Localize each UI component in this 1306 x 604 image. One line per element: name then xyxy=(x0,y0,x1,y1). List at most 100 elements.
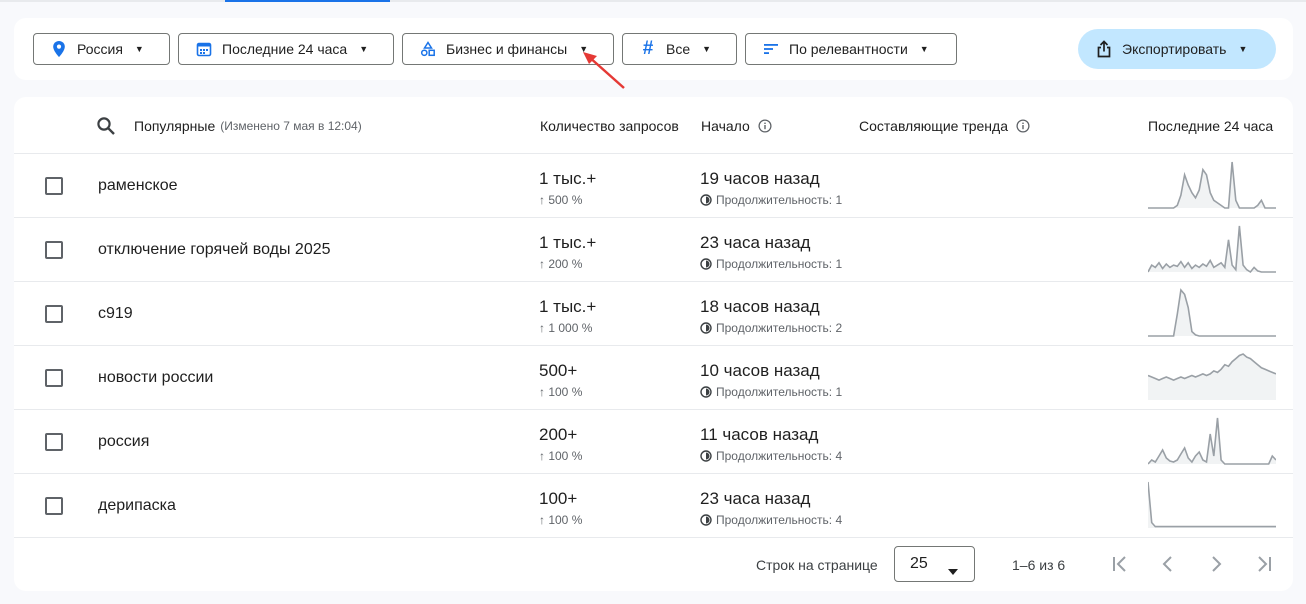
header-started[interactable]: Начало xyxy=(701,118,772,134)
volume-change: ↑ 100 % xyxy=(539,449,583,463)
trend-duration-text: Продолжительность: 1 xyxy=(716,257,843,271)
volume-change: ↑ 200 % xyxy=(539,257,583,271)
table-row[interactable]: с919 1 тыс.+ ↑ 1 000 % 18 часов назад Продол… xyxy=(14,282,1293,346)
trend-type-filter-chip[interactable]: # Все ▼ xyxy=(622,33,737,65)
header-updated-note: (Изменено 7 мая в 12:04) xyxy=(220,119,362,133)
category-shapes-icon xyxy=(419,40,437,58)
trend-duration-text: Продолжительность: 2 xyxy=(716,321,843,335)
volume-change: ↑ 1 000 % xyxy=(539,321,593,335)
timelapse-icon xyxy=(700,194,712,206)
trend-term[interactable]: отключение горячей воды 2025 xyxy=(98,241,331,259)
row-checkbox[interactable] xyxy=(45,177,63,195)
table-row[interactable]: дерипаска 100+ ↑ 100 % 23 часа назад Продолж… xyxy=(14,474,1293,538)
row-checkbox[interactable] xyxy=(45,369,63,387)
trends-table: Популярные (Изменено 7 мая в 12:04) Коли… xyxy=(14,97,1293,591)
rows-per-page-value: 25 xyxy=(910,555,928,572)
trend-duration: Продолжительность: 1 xyxy=(700,257,845,271)
trend-duration: Продолжительность: 2 xyxy=(700,321,845,335)
sparkline-line xyxy=(1148,225,1276,274)
trend-duration-text: Продолжительность: 1 xyxy=(716,193,843,207)
table-header: Популярные (Изменено 7 мая в 12:04) Коли… xyxy=(14,97,1293,154)
export-button[interactable]: Экспортировать ▼ xyxy=(1078,29,1276,69)
trend-duration: Продолжительность: 4 xyxy=(700,513,845,527)
header-title: Популярные (Изменено 7 мая в 12:04) xyxy=(134,118,362,134)
trend-started: 18 часов назад xyxy=(700,297,820,316)
timelapse-icon xyxy=(700,386,712,398)
search-volume: 500+ xyxy=(539,361,578,380)
search-volume: 100+ xyxy=(539,489,578,508)
sparkline-line xyxy=(1148,481,1276,528)
search-volume: 1 тыс.+ xyxy=(539,297,597,316)
trend-duration-text: Продолжительность: 1 xyxy=(716,385,843,399)
trend-term[interactable]: россия xyxy=(98,433,149,451)
sparkline-chart xyxy=(1148,353,1276,400)
chevron-down-icon: ▼ xyxy=(702,44,712,54)
trend-term[interactable]: новости россии xyxy=(98,369,213,387)
rows-per-page-label: Строк на странице xyxy=(756,557,878,573)
volume-change: ↑ 100 % xyxy=(539,513,583,527)
hashtag-icon: # xyxy=(642,38,654,59)
row-checkbox[interactable] xyxy=(45,241,63,259)
trend-duration-text: Продолжительность: 4 xyxy=(716,449,843,463)
trend-term[interactable]: дерипаска xyxy=(98,497,176,515)
info-icon[interactable] xyxy=(758,119,772,133)
search-volume: 1 тыс.+ xyxy=(539,233,597,252)
sort-filter-chip[interactable]: По релевантности ▼ xyxy=(745,33,957,65)
chevron-down-icon: ▼ xyxy=(919,44,929,54)
timelapse-icon xyxy=(700,450,712,462)
pagination-bar: Строк на странице 25 1–6 из 6 xyxy=(14,539,1293,591)
location-pin-icon xyxy=(50,40,68,58)
timelapse-icon xyxy=(700,514,712,526)
trend-duration: Продолжительность: 1 xyxy=(700,385,845,399)
last-page-icon[interactable] xyxy=(1252,552,1276,576)
trend-term[interactable]: раменское xyxy=(98,177,178,195)
sparkline-area xyxy=(1148,290,1276,336)
header-volume[interactable]: Количество запросов xyxy=(540,118,685,134)
row-checkbox[interactable] xyxy=(45,433,63,451)
header-breakdown: Составляющие тренда xyxy=(859,118,1030,134)
trend-started: 23 часа назад xyxy=(700,233,811,252)
chevron-down-icon: ▼ xyxy=(134,44,144,54)
volume-change: ↑ 100 % xyxy=(539,385,583,399)
sort-filter-label: По релевантности xyxy=(789,41,908,57)
calendar-icon xyxy=(195,40,213,58)
sparkline-chart xyxy=(1148,161,1276,209)
trend-duration-text: Продолжительность: 4 xyxy=(716,513,843,527)
trend-started: 23 часа назад xyxy=(700,489,811,508)
trend-started: 19 часов назад xyxy=(700,169,820,188)
table-row[interactable]: новости россии 500+ ↑ 100 % 10 часов назад П… xyxy=(14,346,1293,410)
category-filter-label: Бизнес и финансы xyxy=(446,41,568,57)
table-row[interactable]: россия 200+ ↑ 100 % 11 часов назад Продолжит… xyxy=(14,410,1293,474)
rows-per-page-select[interactable]: 25 xyxy=(894,546,975,582)
row-checkbox[interactable] xyxy=(45,497,63,515)
search-icon[interactable] xyxy=(96,116,116,141)
chevron-down-icon: ▼ xyxy=(359,44,369,54)
row-checkbox[interactable] xyxy=(45,305,63,323)
pagination-range: 1–6 из 6 xyxy=(1012,557,1066,573)
region-filter-chip[interactable]: Россия ▼ xyxy=(33,33,170,65)
info-icon[interactable] xyxy=(1016,119,1030,133)
table-row[interactable]: отключение горячей воды 2025 1 тыс.+ ↑ 200… xyxy=(14,218,1293,282)
caret-down-icon xyxy=(948,562,958,580)
active-tab-indicator xyxy=(225,0,390,2)
search-volume: 200+ xyxy=(539,425,578,444)
sparkline-chart xyxy=(1148,481,1276,528)
table-row[interactable]: раменское 1 тыс.+ ↑ 500 % 19 часов назад Про… xyxy=(14,154,1293,218)
trend-started: 11 часов назад xyxy=(700,425,819,444)
red-arrow-annotation xyxy=(583,52,625,89)
first-page-icon[interactable] xyxy=(1108,552,1132,576)
trend-term[interactable]: с919 xyxy=(98,305,133,323)
sparkline-area xyxy=(1148,162,1276,208)
export-button-label: Экспортировать xyxy=(1122,41,1227,57)
top-divider xyxy=(0,0,1306,2)
search-volume: 1 тыс.+ xyxy=(539,169,597,188)
chevron-down-icon: ▼ xyxy=(1238,44,1248,54)
filter-bar: Россия ▼ Последние 24 часа ▼ Бизнес и фи… xyxy=(14,18,1293,80)
volume-change: ↑ 500 % xyxy=(539,193,583,207)
next-page-icon[interactable] xyxy=(1204,552,1228,576)
period-filter-chip[interactable]: Последние 24 часа ▼ xyxy=(178,33,394,65)
prev-page-icon[interactable] xyxy=(1156,552,1180,576)
trend-type-filter-label: Все xyxy=(666,41,691,57)
trend-started: 10 часов назад xyxy=(700,361,820,380)
sparkline-area xyxy=(1148,482,1276,528)
